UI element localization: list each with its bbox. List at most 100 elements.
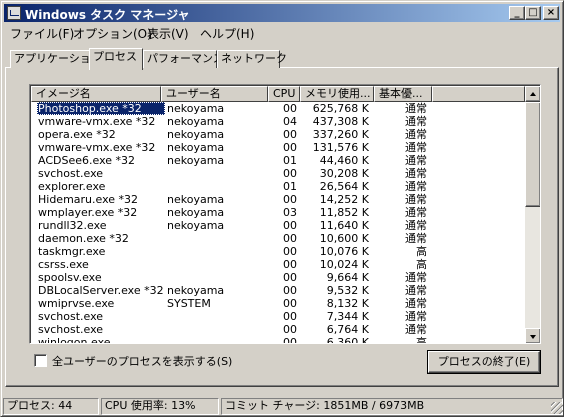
- process-memory: 10,076 K: [319, 245, 369, 258]
- process-cpu: 00: [283, 284, 297, 297]
- process-memory: 9,532 K: [326, 284, 369, 297]
- process-memory: 26,564 K: [319, 180, 369, 193]
- process-cpu: 01: [283, 154, 297, 167]
- vertical-scrollbar[interactable]: [525, 86, 540, 343]
- process-memory: 14,252 K: [319, 193, 369, 206]
- process-memory: 6,360 K: [326, 336, 369, 344]
- process-list[interactable]: イメージ名 ユーザー名 CPU メモリ使用... 基本優... Photosho…: [29, 84, 541, 344]
- process-cpu: 00: [283, 141, 297, 154]
- process-row[interactable]: DBLocalServer.exe *32 nekoyama 00 9,532 K 通常: [31, 284, 525, 297]
- process-row[interactable]: daemon.exe *32 00 10,600 K 通常: [31, 232, 525, 245]
- menu-options[interactable]: オプション(O): [73, 25, 152, 42]
- process-cpu: 00: [283, 193, 297, 206]
- process-priority: 通常: [405, 141, 427, 154]
- list-header: イメージ名 ユーザー名 CPU メモリ使用... 基本優...: [31, 86, 525, 102]
- process-image-name: wmiprvse.exe: [38, 297, 115, 310]
- close-button[interactable]: ×: [543, 6, 559, 20]
- tab-processes[interactable]: プロセス: [89, 48, 143, 70]
- process-rows: Photoshop.exe *32 nekoyama 00 625,768 K 通常 vm…: [31, 102, 525, 344]
- process-priority: 高: [416, 245, 427, 258]
- title-bar[interactable]: Windows タスク マネージャ _ □ ×: [4, 4, 560, 22]
- resize-grip-icon[interactable]: [551, 402, 563, 414]
- process-image-name: svchost.exe: [38, 323, 104, 336]
- column-user-name[interactable]: ユーザー名: [161, 86, 268, 102]
- column-image-name[interactable]: イメージ名: [31, 86, 161, 102]
- process-cpu: 00: [283, 245, 297, 258]
- process-row[interactable]: ACDSee6.exe *32 nekoyama 01 44,460 K 通常: [31, 154, 525, 167]
- process-memory: 131,576 K: [312, 141, 369, 154]
- process-row[interactable]: vmware-vmx.exe *32 nekoyama 04 437,308 K 通常: [31, 115, 525, 128]
- process-user-name: nekoyama: [167, 219, 225, 232]
- process-cpu: 04: [283, 115, 297, 128]
- process-image-name: vmware-vmx.exe *32: [38, 141, 156, 154]
- process-priority: 通常: [405, 284, 427, 297]
- process-priority: 通常: [405, 180, 427, 193]
- process-cpu: 00: [283, 271, 297, 284]
- minimize-button[interactable]: _: [509, 6, 525, 20]
- tab-applications[interactable]: アプリケーション: [10, 50, 102, 68]
- process-priority: 通常: [405, 271, 427, 284]
- process-row[interactable]: spoolsv.exe 00 9,664 K 通常: [31, 271, 525, 284]
- process-row[interactable]: svchost.exe 00 7,344 K 通常: [31, 310, 525, 323]
- process-memory: 7,344 K: [326, 310, 369, 323]
- process-row[interactable]: svchost.exe 00 30,208 K 通常: [31, 167, 525, 180]
- process-row[interactable]: taskmgr.exe 00 10,076 K 高: [31, 245, 525, 258]
- process-cpu: 00: [283, 336, 297, 344]
- process-row[interactable]: csrss.exe 00 10,024 K 高: [31, 258, 525, 271]
- show-all-users-label[interactable]: 全ユーザーのプロセスを表示する(S): [52, 353, 232, 369]
- process-priority: 通常: [405, 219, 427, 232]
- process-image-name: csrss.exe: [38, 258, 89, 271]
- task-manager-icon: [7, 6, 21, 20]
- process-memory: 337,260 K: [312, 128, 369, 141]
- process-priority: 通常: [405, 310, 427, 323]
- process-user-name: nekoyama: [167, 128, 225, 141]
- column-memory[interactable]: メモリ使用...: [300, 86, 374, 102]
- maximize-button[interactable]: □: [525, 6, 541, 20]
- process-priority: 通常: [405, 232, 427, 245]
- process-row[interactable]: vmware-vmx.exe *32 nekoyama 00 131,576 K 通常: [31, 141, 525, 154]
- process-memory: 437,308 K: [312, 115, 369, 128]
- task-manager-window: Windows タスク マネージャ _ □ × ファイル(F) オプション(O)…: [0, 0, 564, 417]
- process-row[interactable]: rundll32.exe nekoyama 00 11,640 K 通常: [31, 219, 525, 232]
- process-memory: 8,132 K: [326, 297, 369, 310]
- process-user-name: nekoyama: [167, 141, 225, 154]
- process-row[interactable]: opera.exe *32 nekoyama 00 337,260 K 通常: [31, 128, 525, 141]
- process-row[interactable]: wmplayer.exe *32 nekoyama 03 11,852 K 通常: [31, 206, 525, 219]
- process-memory: 9,664 K: [326, 271, 369, 284]
- menu-view[interactable]: 表示(V): [147, 25, 189, 42]
- show-all-users-checkbox[interactable]: [34, 354, 47, 367]
- process-memory: 11,852 K: [319, 206, 369, 219]
- process-priority: 通常: [405, 154, 427, 167]
- process-image-name: wmplayer.exe *32: [38, 206, 138, 219]
- process-row[interactable]: winlogon.exe 00 6,360 K 高: [31, 336, 525, 344]
- menu-help[interactable]: ヘルプ(H): [200, 25, 254, 42]
- process-priority: 通常: [405, 128, 427, 141]
- scroll-up-arrow-icon[interactable]: [525, 86, 540, 102]
- process-row[interactable]: wmiprvse.exe SYSTEM 00 8,132 K 通常: [31, 297, 525, 310]
- scroll-thumb[interactable]: [525, 102, 540, 207]
- column-cpu[interactable]: CPU: [268, 86, 300, 102]
- process-row[interactable]: svchost.exe 00 6,764 K 通常: [31, 323, 525, 336]
- process-row[interactable]: Photoshop.exe *32 nekoyama 00 625,768 K 通常: [31, 102, 525, 115]
- process-image-name: taskmgr.exe: [38, 245, 106, 258]
- tab-network[interactable]: ネットワーク: [217, 50, 287, 68]
- process-priority: 通常: [405, 167, 427, 180]
- tab-performance[interactable]: パフォーマンス: [143, 50, 224, 68]
- column-priority[interactable]: 基本優...: [374, 86, 432, 102]
- process-priority: 通常: [405, 206, 427, 219]
- process-cpu: 00: [283, 297, 297, 310]
- end-process-button[interactable]: プロセスの終了(E): [428, 351, 540, 373]
- process-cpu: 00: [283, 128, 297, 141]
- process-image-name: Hidemaru.exe *32: [38, 193, 139, 206]
- menu-bar: ファイル(F) オプション(O) 表示(V) ヘルプ(H): [4, 23, 560, 41]
- scroll-down-arrow-icon[interactable]: [525, 328, 540, 343]
- status-cpu-usage: CPU 使用率: 13%: [101, 398, 219, 415]
- process-image-name: ACDSee6.exe *32: [38, 154, 136, 167]
- menu-file[interactable]: ファイル(F): [10, 25, 74, 42]
- process-row[interactable]: explorer.exe 01 26,564 K 通常: [31, 180, 525, 193]
- process-row[interactable]: Hidemaru.exe *32 nekoyama 00 14,252 K 通常: [31, 193, 525, 206]
- process-priority: 通常: [405, 323, 427, 336]
- process-cpu: 00: [283, 323, 297, 336]
- process-image-name: opera.exe *32: [38, 128, 116, 141]
- tab-strip: アプリケーション プロセス パフォーマンス ネットワーク: [1, 48, 564, 70]
